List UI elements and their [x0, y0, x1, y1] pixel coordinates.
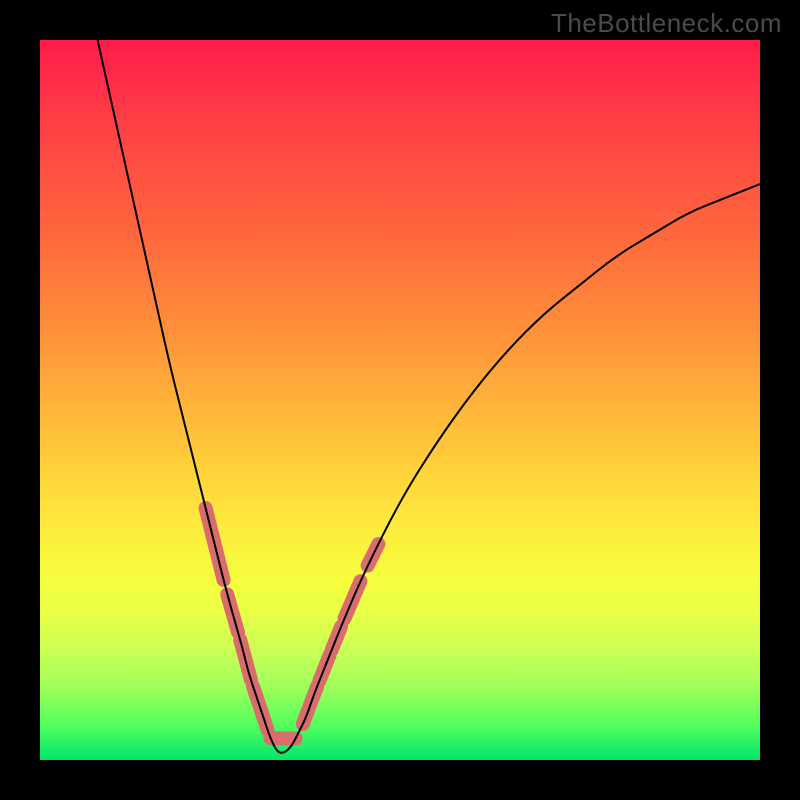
- bottleneck-curve: [98, 40, 760, 753]
- outer-frame: TheBottleneck.com: [0, 0, 800, 800]
- chart-overlay: [40, 40, 760, 760]
- highlight-segments: [206, 508, 379, 738]
- watermark-text: TheBottleneck.com: [551, 8, 782, 39]
- plot-area: [40, 40, 760, 760]
